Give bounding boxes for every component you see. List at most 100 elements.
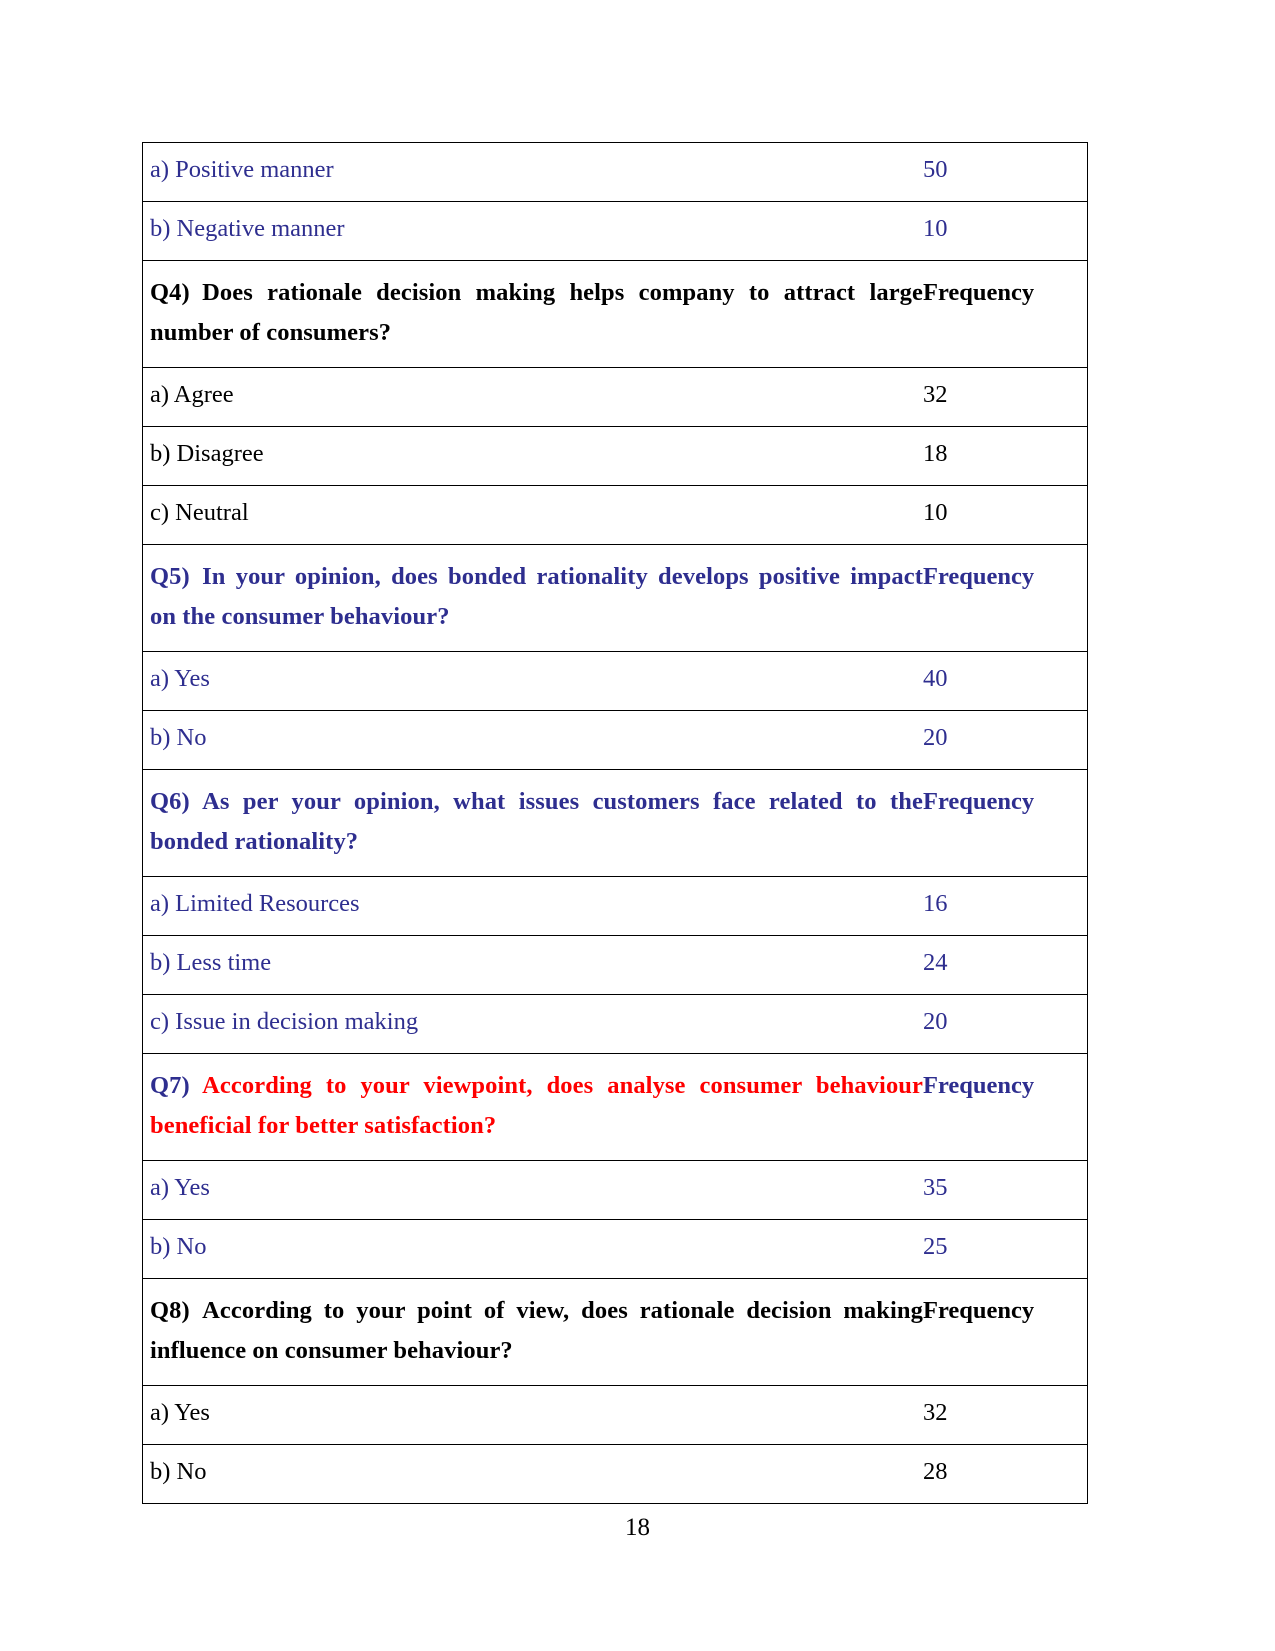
frequency-value: 28 <box>923 1458 948 1485</box>
answer-cell: a) Positive manner <box>142 142 923 202</box>
question-cell: Q5) In your opinion, does bonded rationa… <box>142 544 923 652</box>
question-row: Q5) In your opinion, does bonded rationa… <box>142 544 1088 652</box>
question-text: Q5) In your opinion, does bonded rationa… <box>150 557 923 637</box>
answer-label: b) No <box>150 1233 207 1260</box>
answer-row: b) Negative manner 10 <box>142 201 1088 261</box>
frequency-value-cell: 20 <box>923 710 1088 770</box>
answer-cell: c) Issue in decision making <box>142 994 923 1054</box>
frequency-value: 32 <box>923 1399 948 1426</box>
answer-label: a) Yes <box>150 1174 210 1201</box>
page-number: 18 <box>625 1514 650 1541</box>
answer-row: b) No 20 <box>142 710 1088 770</box>
answer-cell: b) No <box>142 710 923 770</box>
frequency-header: Frequency <box>923 563 1035 590</box>
answer-cell: c) Neutral <box>142 485 923 545</box>
question-body: As per your opinion, what issues custome… <box>150 788 923 855</box>
question-cell: Q7) According to your viewpoint, does an… <box>142 1053 923 1161</box>
frequency-value-cell: 28 <box>923 1444 1088 1504</box>
frequency-header-cell: Frequency <box>923 1053 1088 1161</box>
question-row: Q6) As per your opinion, what issues cus… <box>142 769 1088 877</box>
question-body: According to your viewpoint, does analys… <box>150 1072 923 1139</box>
answer-cell: a) Yes <box>142 651 923 711</box>
frequency-value-cell: 10 <box>923 485 1088 545</box>
answer-label: b) No <box>150 724 207 751</box>
answer-row: b) No 25 <box>142 1219 1088 1279</box>
answer-row: a) Limited Resources 16 <box>142 876 1088 936</box>
question-cell: Q6) As per your opinion, what issues cus… <box>142 769 923 877</box>
answer-label: a) Yes <box>150 1399 210 1426</box>
answer-label: a) Positive manner <box>150 156 334 183</box>
frequency-value: 18 <box>923 440 948 467</box>
answer-row: a) Yes 32 <box>142 1385 1088 1445</box>
answer-row: c) Issue in decision making 20 <box>142 994 1088 1054</box>
frequency-value-cell: 32 <box>923 367 1088 427</box>
frequency-value-cell: 25 <box>923 1219 1088 1279</box>
frequency-value-cell: 18 <box>923 426 1088 486</box>
frequency-value-cell: 10 <box>923 201 1088 261</box>
question-cell: Q4) Does rationale decision making helps… <box>142 260 923 368</box>
frequency-value-cell: 50 <box>923 142 1088 202</box>
answer-cell: b) No <box>142 1444 923 1504</box>
answer-row: a) Agree 32 <box>142 367 1088 427</box>
answer-cell: a) Yes <box>142 1160 923 1220</box>
question-row: Q4) Does rationale decision making helps… <box>142 260 1088 368</box>
question-number: Q8) <box>150 1297 190 1324</box>
answer-cell: b) No <box>142 1219 923 1279</box>
answer-label: b) Negative manner <box>150 215 345 242</box>
answer-cell: b) Less time <box>142 935 923 995</box>
frequency-value: 10 <box>923 215 948 242</box>
answer-row: a) Yes 40 <box>142 651 1088 711</box>
frequency-value: 20 <box>923 724 948 751</box>
answer-cell: a) Limited Resources <box>142 876 923 936</box>
answer-row: a) Yes 35 <box>142 1160 1088 1220</box>
survey-table-body: a) Positive manner 50 b) Negative manner 10… <box>142 142 1088 1504</box>
question-text: Q6) As per your opinion, what issues cus… <box>150 782 923 862</box>
answer-label: b) No <box>150 1458 207 1485</box>
frequency-value: 50 <box>923 156 948 183</box>
answer-row: b) Less time 24 <box>142 935 1088 995</box>
question-body: In your opinion, does bonded rationality… <box>150 563 923 630</box>
frequency-value: 35 <box>923 1174 948 1201</box>
answer-label: b) Disagree <box>150 440 264 467</box>
question-number: Q5) <box>150 563 190 590</box>
frequency-header-cell: Frequency <box>923 1278 1088 1386</box>
frequency-header-cell: Frequency <box>923 769 1088 877</box>
answer-label: a) Yes <box>150 665 210 692</box>
question-number: Q4) <box>150 279 190 306</box>
answer-cell: a) Agree <box>142 367 923 427</box>
frequency-value-cell: 32 <box>923 1385 1088 1445</box>
question-text: Q8) According to your point of view, doe… <box>150 1291 923 1371</box>
frequency-value: 16 <box>923 890 948 917</box>
question-text: Q4) Does rationale decision making helps… <box>150 273 923 353</box>
frequency-value-cell: 35 <box>923 1160 1088 1220</box>
question-number: Q6) <box>150 788 190 815</box>
answer-row: c) Neutral 10 <box>142 485 1088 545</box>
answer-row: b) No 28 <box>142 1444 1088 1504</box>
frequency-value-cell: 20 <box>923 994 1088 1054</box>
answer-cell: b) Negative manner <box>142 201 923 261</box>
question-text: Q7) According to your viewpoint, does an… <box>150 1066 923 1146</box>
question-body: Does rationale decision making helps com… <box>150 279 923 346</box>
frequency-value: 20 <box>923 1008 948 1035</box>
frequency-value-cell: 16 <box>923 876 1088 936</box>
survey-frequency-table: a) Positive manner 50 b) Negative manner 10… <box>142 142 1088 1504</box>
answer-label: a) Limited Resources <box>150 890 360 917</box>
question-row: Q7) According to your viewpoint, does an… <box>142 1053 1088 1161</box>
answer-label: c) Issue in decision making <box>150 1008 419 1035</box>
frequency-header: Frequency <box>923 1297 1035 1324</box>
answer-cell: b) Disagree <box>142 426 923 486</box>
answer-label: c) Neutral <box>150 499 249 526</box>
frequency-value: 40 <box>923 665 948 692</box>
question-body: According to your point of view, does ra… <box>150 1297 923 1364</box>
frequency-value: 25 <box>923 1233 948 1260</box>
frequency-header-cell: Frequency <box>923 544 1088 652</box>
frequency-header: Frequency <box>923 788 1035 815</box>
answer-row: a) Positive manner 50 <box>142 142 1088 202</box>
document-page: a) Positive manner 50 b) Negative manner 10… <box>0 0 1275 1651</box>
answer-label: a) Agree <box>150 381 234 408</box>
answer-label: b) Less time <box>150 949 272 976</box>
frequency-value-cell: 24 <box>923 935 1088 995</box>
frequency-value: 24 <box>923 949 948 976</box>
answer-row: b) Disagree 18 <box>142 426 1088 486</box>
question-cell: Q8) According to your point of view, doe… <box>142 1278 923 1386</box>
